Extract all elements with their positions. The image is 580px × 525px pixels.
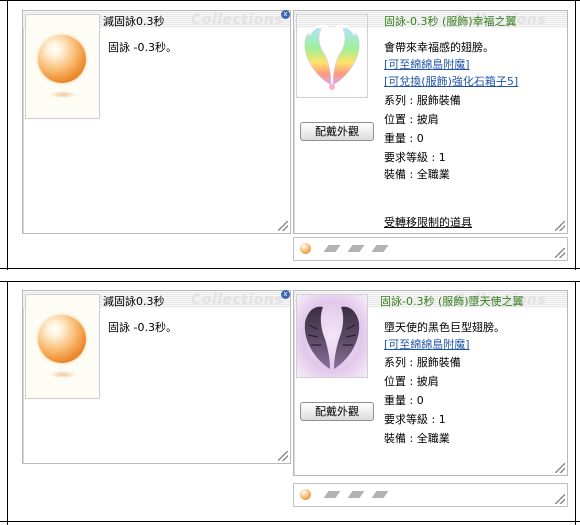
item-title: 固詠-0.3秒 (服飾)墮天使之翼 [380, 295, 524, 308]
card-slot-empty[interactable] [347, 245, 365, 252]
frame-bottom-line [0, 268, 580, 269]
card-slot-empty[interactable] [347, 491, 365, 498]
item-image-frame [296, 294, 368, 378]
resize-grip-icon[interactable] [278, 221, 288, 231]
resize-grip-icon[interactable] [555, 221, 565, 231]
item-image-frame [296, 14, 368, 98]
item-line: 墮天使的黑色巨型翅膀。 [384, 321, 505, 334]
card-slot-empty[interactable] [323, 491, 341, 498]
card-image-frame [25, 294, 100, 399]
frame-left-line [7, 0, 8, 270]
item-line: 裝備 : 全職業 [384, 168, 450, 181]
orb-icon [38, 315, 86, 363]
item-line: 裝備 : 全職業 [384, 432, 450, 445]
item-info-window: Collections 固詠-0.3秒 (服飾)墮天使之翼 x 配戴外觀 墮天使… [281, 290, 568, 476]
close-icon[interactable]: x [281, 290, 290, 299]
frame-top-line [0, 0, 580, 1]
card-info-window: Collections 減固詠0.3秒 固詠 -0.3秒。 [22, 10, 291, 234]
watermark: Collections [191, 12, 284, 28]
frame-bottom-line [0, 521, 580, 522]
item-line: 系列 : 服飾裝備 [384, 356, 461, 369]
card-description: 固詠 -0.3秒。 [108, 321, 177, 334]
card-slot-empty[interactable] [323, 245, 341, 252]
frame-left-line [7, 281, 8, 525]
card-info-window: Collections 減固詠0.3秒 固詠 -0.3秒。 [22, 290, 291, 464]
orb-icon [38, 35, 86, 83]
frame-top-line [0, 281, 580, 282]
item-line: 會帶來幸福感的翅膀。 [384, 41, 494, 54]
orb-shadow [50, 371, 76, 378]
card-title: 減固詠0.3秒 [103, 15, 165, 28]
equip-appearance-button[interactable]: 配戴外觀 [300, 122, 374, 141]
item-line: 位置 : 披肩 [384, 375, 439, 388]
watermark: Collections [191, 292, 284, 308]
card-slot-orb-icon[interactable] [300, 243, 311, 254]
card-description: 固詠 -0.3秒。 [108, 41, 177, 54]
item-line: 系列 : 服飾裝備 [384, 94, 461, 107]
resize-grip-icon[interactable] [278, 451, 288, 461]
item-line: 重量 : 0 [384, 394, 424, 407]
exchange-link[interactable]: [可兌換(服飾)強化石箱子5] [384, 73, 518, 89]
item-panel-2: Collections 減固詠0.3秒 固詠 -0.3秒。 Collection… [0, 281, 580, 525]
resize-grip-icon[interactable] [555, 494, 565, 504]
enchant-link[interactable]: [可至綿綿島附魔] [384, 56, 470, 72]
card-slot-orb-icon[interactable] [300, 489, 311, 500]
item-line: 要求等級 : 1 [384, 413, 446, 426]
frame-right-line [575, 0, 576, 270]
card-slot-empty[interactable] [371, 491, 389, 498]
card-slot-bar [293, 237, 568, 261]
card-title: 減固詠0.3秒 [103, 295, 165, 308]
item-line: 重量 : 0 [384, 132, 424, 145]
card-slot-bar [293, 483, 568, 507]
resize-grip-icon[interactable] [555, 463, 565, 473]
item-info-window: Collections 固詠-0.3秒 (服飾)幸福之翼 x 配戴外觀 會帶來幸… [281, 10, 568, 234]
item-line: 要求等級 : 1 [384, 151, 446, 164]
card-image-frame [25, 14, 100, 119]
item-panel-1: Collections 減固詠0.3秒 固詠 -0.3秒。 Collection… [0, 0, 580, 270]
angel-wings-icon [304, 24, 360, 90]
item-title: 固詠-0.3秒 (服飾)幸福之翼 [384, 15, 517, 28]
dark-wings-icon [304, 306, 360, 369]
close-icon[interactable]: x [281, 10, 290, 19]
equip-appearance-button[interactable]: 配戴外觀 [300, 402, 374, 421]
resize-grip-icon[interactable] [555, 248, 565, 258]
orb-shadow [50, 91, 76, 98]
enchant-link[interactable]: [可至綿綿島附魔] [384, 336, 470, 352]
item-line: 位置 : 披肩 [384, 113, 439, 126]
card-slot-empty[interactable] [371, 245, 389, 252]
transfer-restriction-label: 受轉移限制的道具 [384, 216, 472, 229]
frame-right-line [575, 281, 576, 525]
